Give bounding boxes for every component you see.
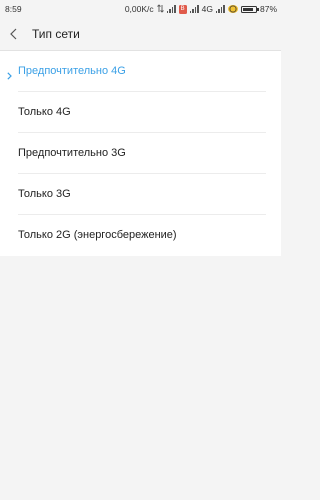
battery-fill [242,7,254,11]
status-time: 8:59 [5,4,22,14]
app-header: Тип сети [0,18,281,51]
signal-icon-secondary [189,5,199,13]
network-option[interactable]: Только 4G [0,92,281,133]
network-option[interactable]: Только 2G (энергосбережение) [0,215,281,256]
battery-icon [240,5,259,13]
page-title: Тип сети [32,27,80,41]
network-type: 4G [201,4,213,14]
signal-icon-4g [215,5,225,13]
network-option-label: Только 2G (энергосбережение) [18,229,177,241]
network-option-label: Только 3G [18,188,71,200]
chevron-left-icon [10,28,17,40]
sim-badge-icon: B [178,4,187,14]
status-bar: 8:59 0,00K/c B 4G 87% [0,0,281,18]
status-icons: 0,00K/c B 4G 87% [125,3,277,15]
network-option-label: Предпочтительно 4G [18,65,126,77]
carrier-logo-icon [227,5,238,13]
signal-icon [166,5,176,13]
network-option-label: Только 4G [18,106,71,118]
data-transfer-icon [156,3,164,15]
network-option[interactable]: Предпочтительно 3G [0,133,281,174]
selected-check-icon [7,67,12,85]
network-option-label: Предпочтительно 3G [18,147,126,159]
network-type-list: Предпочтительно 4G Только 4G Предпочтите… [0,51,281,256]
network-option[interactable]: Только 3G [0,174,281,215]
network-speed: 0,00K/c [124,4,154,14]
back-button[interactable] [6,22,26,46]
battery-percent: 87% [259,4,277,14]
network-option[interactable]: Предпочтительно 4G [0,51,281,92]
